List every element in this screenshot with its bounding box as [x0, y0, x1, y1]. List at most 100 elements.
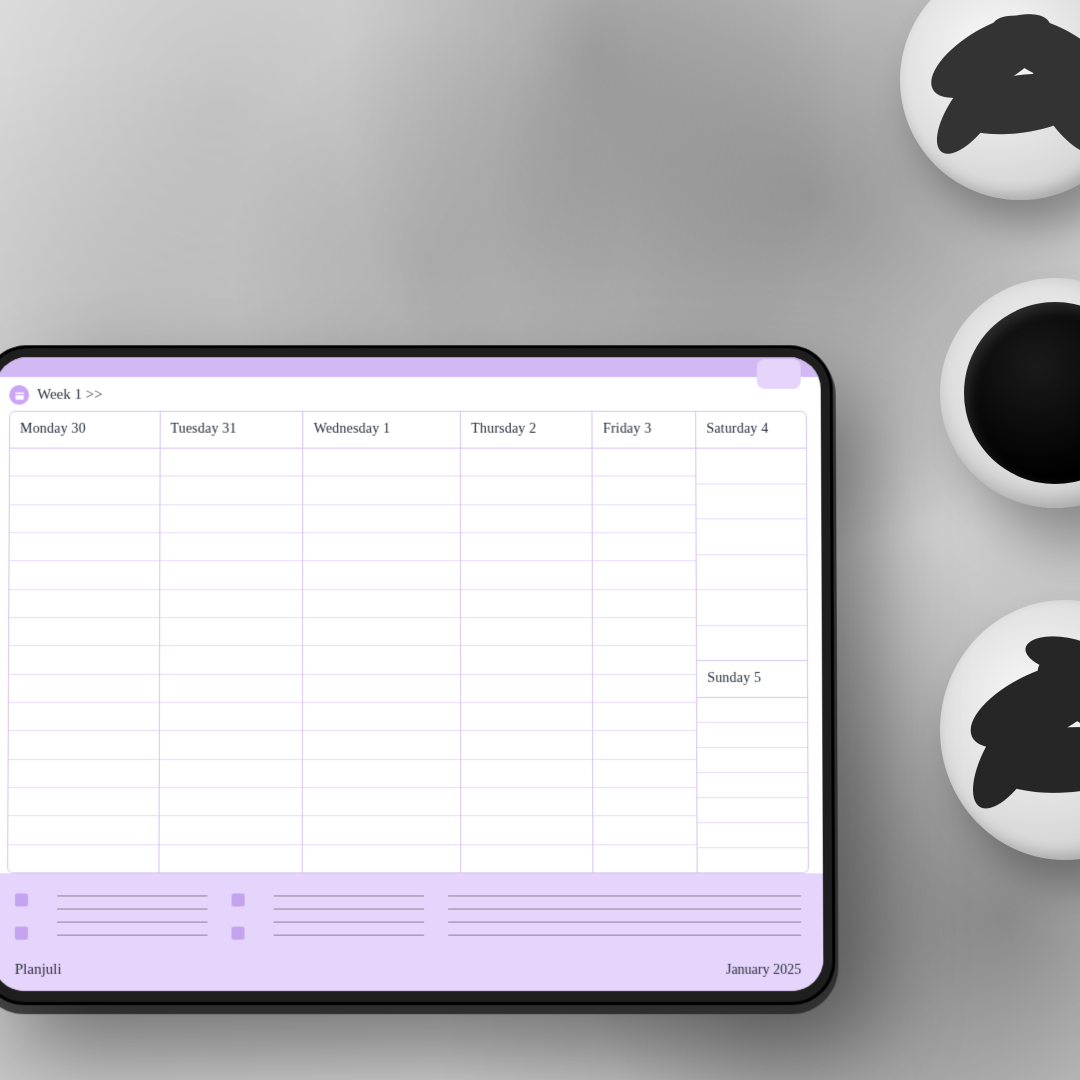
time-slot[interactable]: [593, 561, 696, 589]
day-column-weekend[interactable]: Saturday 4 Sunday 5: [696, 412, 808, 873]
time-slot[interactable]: [461, 845, 593, 872]
notes-lines[interactable]: [448, 891, 801, 935]
time-slot[interactable]: [697, 590, 807, 625]
day-slots[interactable]: [461, 449, 593, 873]
time-slot[interactable]: [159, 816, 302, 844]
time-slot[interactable]: [160, 477, 302, 505]
time-slot[interactable]: [159, 845, 302, 872]
day-slots[interactable]: [697, 698, 808, 872]
time-slot[interactable]: [593, 449, 696, 477]
time-slot[interactable]: [461, 477, 592, 505]
time-slot[interactable]: [461, 760, 592, 788]
time-slot[interactable]: [461, 646, 592, 674]
time-slot[interactable]: [9, 731, 159, 759]
time-slot[interactable]: [160, 618, 303, 646]
time-slot[interactable]: [697, 484, 807, 519]
day-column-tuesday[interactable]: Tuesday 31: [159, 412, 303, 873]
time-slot[interactable]: [159, 760, 302, 788]
time-slot[interactable]: [8, 845, 158, 872]
time-slot[interactable]: [696, 449, 806, 484]
time-slot[interactable]: [9, 533, 159, 561]
time-slot[interactable]: [303, 618, 460, 646]
time-slot[interactable]: [461, 816, 592, 844]
day-slots[interactable]: [696, 449, 806, 660]
todo-lines[interactable]: [57, 891, 208, 935]
time-slot[interactable]: [461, 788, 592, 816]
time-slot[interactable]: [697, 698, 807, 723]
time-slot[interactable]: [461, 590, 592, 618]
time-slot[interactable]: [593, 590, 696, 618]
day-column-wednesday[interactable]: Wednesday 1: [303, 412, 461, 873]
time-slot[interactable]: [594, 816, 697, 844]
time-slot[interactable]: [461, 675, 592, 703]
time-slot[interactable]: [303, 845, 460, 872]
checkbox[interactable]: [232, 893, 245, 906]
day-column-thursday[interactable]: Thursday 2: [461, 412, 594, 873]
time-slot[interactable]: [160, 505, 302, 533]
day-header[interactable]: Sunday 5: [697, 660, 807, 698]
time-slot[interactable]: [159, 788, 302, 816]
time-slot[interactable]: [594, 731, 697, 759]
time-slot[interactable]: [9, 760, 159, 788]
time-slot[interactable]: [160, 449, 302, 477]
time-slot[interactable]: [9, 675, 159, 703]
time-slot[interactable]: [304, 505, 461, 533]
time-slot[interactable]: [461, 505, 592, 533]
time-slot[interactable]: [697, 748, 807, 773]
page-tab[interactable]: [757, 359, 801, 389]
time-slot[interactable]: [461, 449, 592, 477]
time-slot[interactable]: [303, 590, 460, 618]
time-slot[interactable]: [697, 723, 807, 748]
day-header[interactable]: Friday 3: [593, 412, 696, 449]
calendar-icon[interactable]: [9, 385, 29, 405]
time-slot[interactable]: [160, 646, 303, 674]
day-slots[interactable]: [303, 449, 460, 873]
time-slot[interactable]: [8, 788, 158, 816]
time-slot[interactable]: [594, 788, 697, 816]
time-slot[interactable]: [160, 675, 303, 703]
day-header[interactable]: Monday 30: [10, 412, 159, 449]
day-header[interactable]: Thursday 2: [461, 412, 592, 449]
time-slot[interactable]: [303, 703, 460, 731]
time-slot[interactable]: [461, 618, 592, 646]
time-slot[interactable]: [160, 590, 303, 618]
time-slot[interactable]: [593, 675, 696, 703]
time-slot[interactable]: [698, 848, 808, 872]
time-slot[interactable]: [303, 816, 460, 844]
time-slot[interactable]: [594, 703, 697, 731]
time-slot[interactable]: [303, 561, 460, 589]
time-slot[interactable]: [593, 505, 696, 533]
checkbox[interactable]: [231, 927, 244, 940]
time-slot[interactable]: [9, 590, 159, 618]
time-slot[interactable]: [10, 505, 160, 533]
day-slots[interactable]: [8, 449, 159, 873]
time-slot[interactable]: [303, 760, 460, 788]
time-slot[interactable]: [697, 773, 807, 798]
time-slot[interactable]: [593, 618, 696, 646]
checkbox[interactable]: [15, 927, 28, 940]
time-slot[interactable]: [10, 449, 160, 477]
day-column-friday[interactable]: Friday 3: [593, 412, 698, 873]
time-slot[interactable]: [8, 816, 158, 844]
time-slot[interactable]: [10, 477, 160, 505]
time-slot[interactable]: [303, 646, 460, 674]
time-slot[interactable]: [303, 675, 460, 703]
time-slot[interactable]: [594, 760, 697, 788]
time-slot[interactable]: [303, 788, 460, 816]
time-slot[interactable]: [697, 555, 807, 590]
week-label[interactable]: Week 1 >>: [37, 387, 103, 404]
time-slot[interactable]: [594, 845, 697, 872]
time-slot[interactable]: [160, 703, 303, 731]
time-slot[interactable]: [304, 533, 461, 561]
time-slot[interactable]: [9, 703, 159, 731]
time-slot[interactable]: [461, 561, 592, 589]
time-slot[interactable]: [304, 477, 461, 505]
time-slot[interactable]: [9, 618, 159, 646]
time-slot[interactable]: [461, 731, 592, 759]
time-slot[interactable]: [160, 533, 302, 561]
day-slots[interactable]: [593, 449, 697, 873]
time-slot[interactable]: [697, 519, 807, 554]
time-slot[interactable]: [9, 561, 159, 589]
time-slot[interactable]: [698, 823, 808, 848]
time-slot[interactable]: [9, 646, 159, 674]
